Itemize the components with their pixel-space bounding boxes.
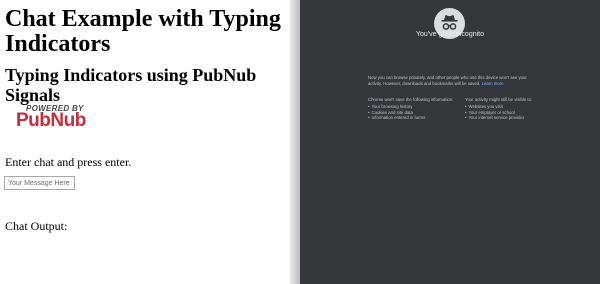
learn-more-link[interactable]: Learn more (482, 81, 504, 86)
chat-page: Chat Example with Typing Indicators Typi… (0, 0, 290, 284)
page-subtitle: Typing Indicators using PubNub Signals (5, 65, 257, 105)
visible-to-list: Websites you visit Your employer or scho… (465, 104, 525, 121)
pubnub-logo: POWERED BY PubNub (16, 104, 86, 131)
not-saved-list: Your browsing history Cookies and site d… (368, 104, 426, 121)
window-divider (290, 0, 300, 284)
list-item: Information entered in forms (368, 115, 426, 121)
incognito-title: You've gone incognito (415, 31, 485, 38)
list-item: Your internet service provider (465, 115, 525, 121)
chat-output-label: Chat Output: (5, 219, 68, 233)
pubnub-brand-text: PubNub (16, 110, 86, 131)
not-saved-heading: Chrome won't save the following informat… (368, 97, 454, 102)
visible-to-heading: Your activity might still be visible to: (465, 97, 533, 102)
incognito-description: Now you can browse privately, and other … (368, 75, 538, 87)
incognito-page: You've gone incognito Now you can browse… (300, 0, 600, 284)
page-title: Chat Example with Typing Indicators (5, 6, 281, 57)
message-input[interactable] (4, 176, 75, 190)
chat-prompt: Enter chat and press enter. (5, 155, 132, 169)
